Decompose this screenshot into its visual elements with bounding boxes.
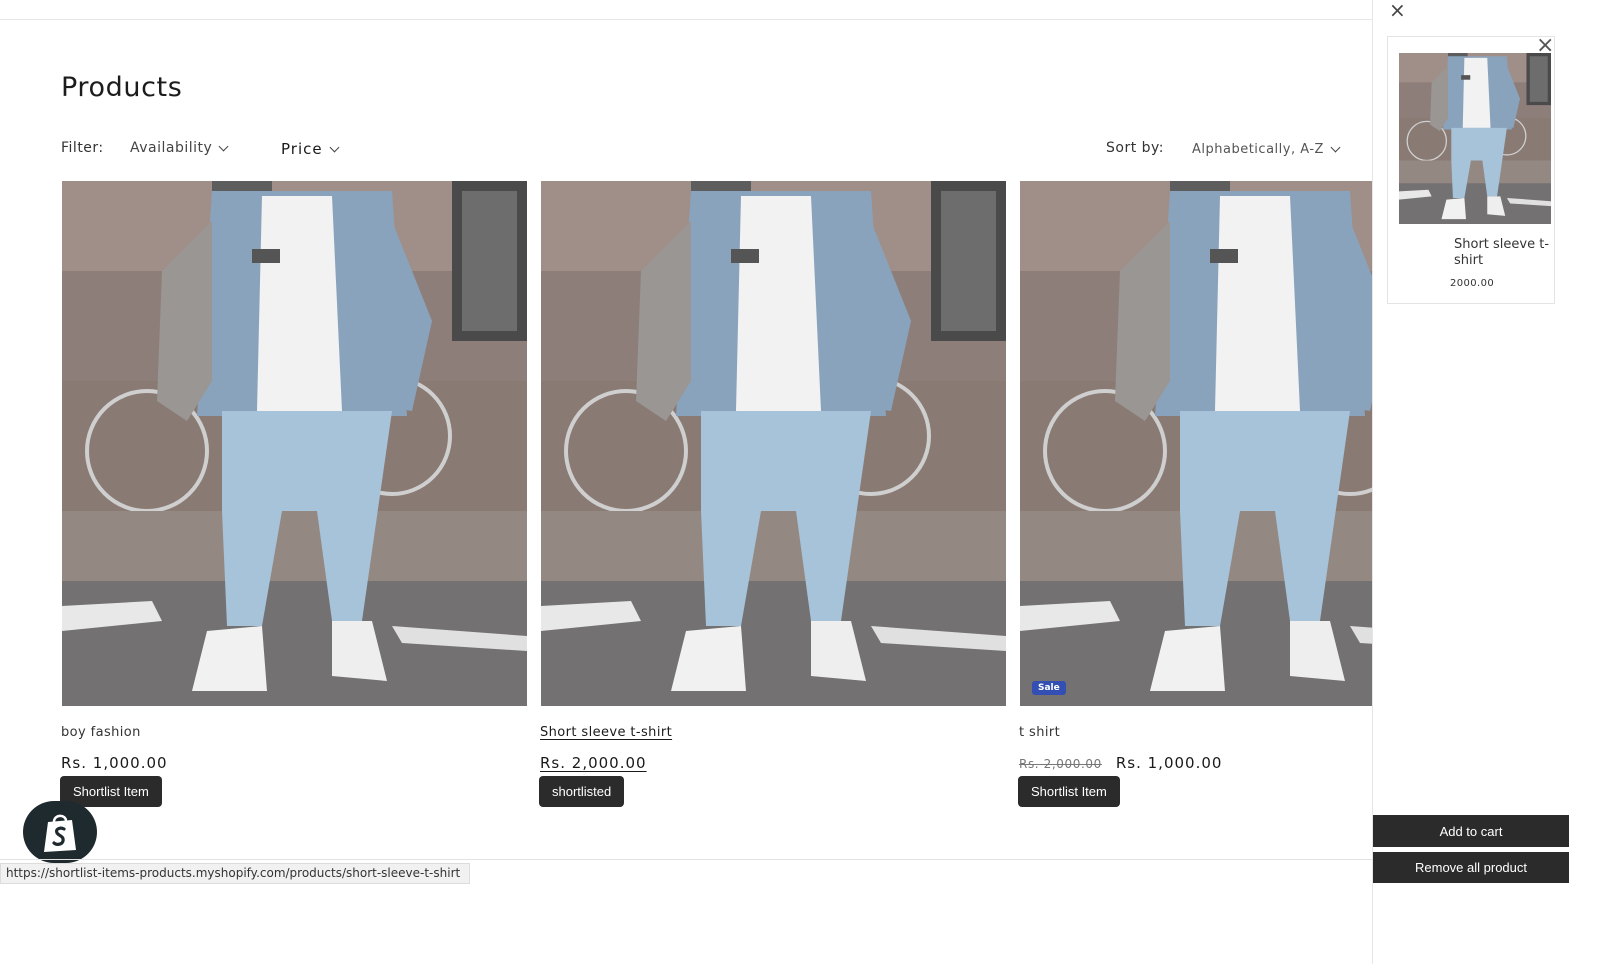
shortlist-item-price: 2000.00 [1450,278,1495,289]
filter-availability-dropdown[interactable]: Availability [130,140,229,156]
sort-label: Sort by: [1106,140,1165,156]
shortlist-item-button[interactable]: Shortlist Item [1018,776,1120,807]
header-divider [0,19,1372,20]
filter-price-label: Price [281,140,323,158]
shortlist-item-title: Short sleeve t-shirt [1454,237,1550,268]
status-bar-url: https://shortlist-items-products.myshopi… [0,863,471,884]
price-row: Rs. 2,000.00 [540,754,647,772]
chevron-down-icon [218,141,229,151]
remove-all-button[interactable]: Remove all product [1373,852,1569,883]
product-title[interactable]: boy fashion [61,725,141,740]
sale-badge: Sale [1032,681,1066,695]
product-photo-image [1399,53,1551,224]
price-row: Rs. 2,000.00 Rs. 1,000.00 [1019,754,1222,772]
product-price: Rs. 1,000.00 [1115,754,1223,772]
product-title[interactable]: t shirt [1019,725,1060,740]
shopify-logo-icon [44,814,76,852]
shortlisted-button[interactable]: shortlisted [539,776,625,807]
product-compare-price: Rs. 2,000.00 [1019,757,1102,771]
close-icon[interactable]: × [1389,0,1406,22]
filter-label: Filter: [61,140,104,156]
product-image[interactable] [62,181,527,706]
product-image[interactable] [541,181,1006,706]
product-photo-image [541,181,1006,706]
chevron-down-icon [1330,142,1341,153]
shortlist-item-card: × Short sleeve t-shirt 2000.00 [1387,35,1555,304]
shortlist-panel: × × Short sleeve t-shirt 2000.00 Add to … [1372,0,1600,964]
product-price: Rs. 2,000.00 [540,754,647,772]
product-title[interactable]: Short sleeve t-shirt [540,725,672,740]
shortlist-item-image[interactable] [1399,53,1551,224]
product-image[interactable]: Sale [1020,181,1372,706]
price-row: Rs. 1,000.00 [61,754,168,772]
sort-value: Alphabetically, A-Z [1192,142,1324,157]
shopify-bag-icon[interactable] [23,801,97,863]
product-photo-image [1020,181,1372,706]
chevron-down-icon [329,142,340,152]
filter-availability-label: Availability [130,140,213,156]
sort-select[interactable]: Alphabetically, A-Z [1192,142,1341,157]
filter-price-dropdown[interactable]: Price [281,140,340,158]
product-price: Rs. 1,000.00 [61,754,168,772]
footer-divider [0,859,1372,860]
page-title: Products [61,72,183,103]
add-to-cart-button[interactable]: Add to cart [1373,815,1569,847]
product-photo-image [62,181,527,706]
